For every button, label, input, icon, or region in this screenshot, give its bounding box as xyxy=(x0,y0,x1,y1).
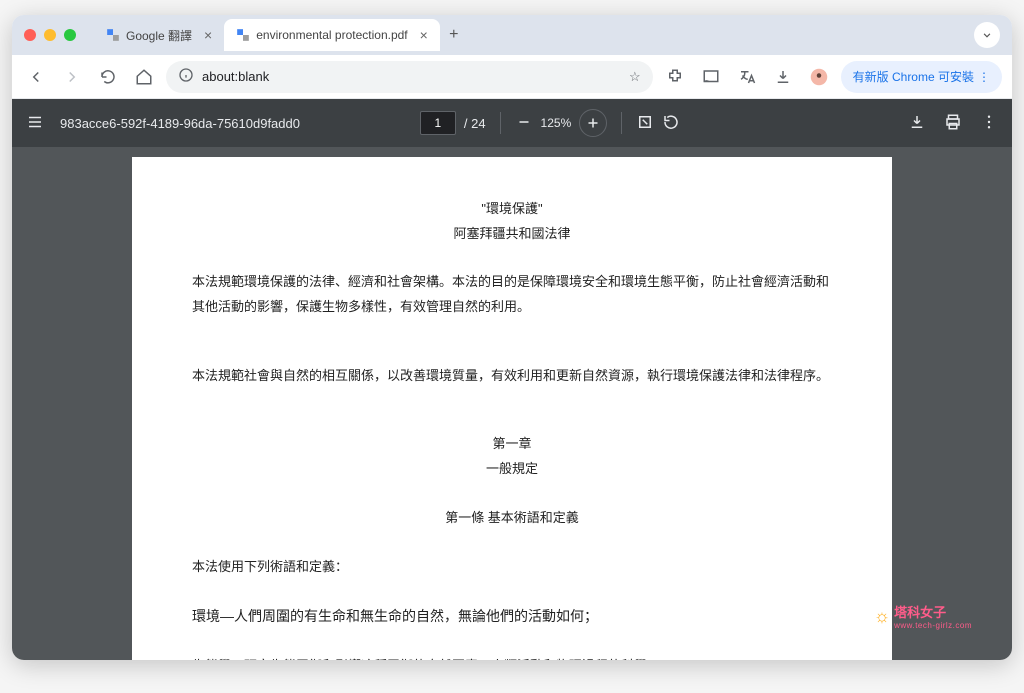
tab-label: Google 翻譯 xyxy=(126,27,192,44)
pdf-title: 983acce6-592f-4189-96da-75610d9fadd0 xyxy=(60,116,300,131)
url-text: about:blank xyxy=(202,69,269,84)
doc-subtitle: 阿塞拜疆共和國法律 xyxy=(192,222,832,247)
paragraph: 本法使用下列術語和定義： xyxy=(192,555,832,580)
paragraph: 本法規範社會與自然的相互關係，以改善環境質量，有效利用和更新自然資源，執行環境保… xyxy=(192,364,832,389)
pdf-viewport[interactable]: "環境保護" 阿塞拜疆共和國法律 本法規範環境保護的法律、經濟和社會架構。本法的… xyxy=(12,147,1012,660)
bookmark-icon[interactable]: ☆ xyxy=(629,69,641,85)
translate-icon xyxy=(106,28,120,42)
site-info-icon[interactable] xyxy=(178,67,194,86)
zoom-in[interactable] xyxy=(579,109,607,137)
more-icon[interactable] xyxy=(980,113,998,134)
page-input[interactable]: 1 xyxy=(420,111,456,135)
page-total: / 24 xyxy=(464,116,486,131)
translate-ext-icon[interactable] xyxy=(733,63,761,91)
menu-icon[interactable] xyxy=(26,113,48,134)
url-field[interactable]: about:blank ☆ xyxy=(166,61,653,93)
chapter-heading: 第一章 xyxy=(192,432,832,457)
pdf-toolbar: 983acce6-592f-4189-96da-75610d9fadd0 1 /… xyxy=(12,99,1012,147)
definition: 生態學—研究生態平衡和影響這種平衡的自然因素、人類活動和物理過程的科學； xyxy=(192,654,832,660)
maximize-window[interactable] xyxy=(64,29,76,41)
doc-title: "環境保護" xyxy=(192,197,832,222)
menu-dots-icon: ⋮ xyxy=(978,70,990,84)
rotate-icon[interactable] xyxy=(662,113,680,134)
minimize-window[interactable] xyxy=(44,29,56,41)
zoom-level: 125% xyxy=(541,116,572,130)
print-icon[interactable] xyxy=(944,113,962,134)
forward-button[interactable] xyxy=(58,63,86,91)
article-heading: 第一條 基本術語和定義 xyxy=(192,506,832,531)
download-pdf-icon[interactable] xyxy=(908,113,926,134)
cast-icon[interactable] xyxy=(697,63,725,91)
close-window[interactable] xyxy=(24,29,36,41)
pdf-page: "環境保護" 阿塞拜疆共和國法律 本法規範環境保護的法律、經濟和社會架構。本法的… xyxy=(132,157,892,660)
browser-tab-strip: Google 翻譯 × environmental protection.pdf… xyxy=(12,15,1012,55)
chrome-update-chip[interactable]: 有新版 Chrome 可安裝 ⋮ xyxy=(841,61,1002,93)
close-icon[interactable]: × xyxy=(420,27,428,43)
pdf-icon xyxy=(236,28,250,42)
zoom-out[interactable] xyxy=(515,113,533,134)
paragraph: 本法規範環境保護的法律、經濟和社會架構。本法的目的是保障環境安全和環境生態平衡，… xyxy=(192,270,832,319)
tab-label: environmental protection.pdf xyxy=(256,28,407,42)
tabs-dropdown[interactable] xyxy=(974,22,1000,48)
fit-page-icon[interactable] xyxy=(636,113,654,134)
home-button[interactable] xyxy=(130,63,158,91)
download-icon[interactable] xyxy=(769,63,797,91)
watermark: ☼ 塔科女子 www.tech-girlz.com xyxy=(874,602,972,630)
window-controls xyxy=(24,29,76,41)
reload-button[interactable] xyxy=(94,63,122,91)
sun-icon: ☼ xyxy=(874,606,891,627)
tab-google-translate[interactable]: Google 翻譯 × xyxy=(94,19,224,51)
back-button[interactable] xyxy=(22,63,50,91)
new-tab-button[interactable]: + xyxy=(440,21,468,49)
definition: 環境—人們周圍的有生命和無生命的自然，無論他們的活動如何； xyxy=(192,603,832,630)
extension-icon[interactable] xyxy=(661,63,689,91)
address-bar: about:blank ☆ 有新版 Chrome 可安裝 ⋮ xyxy=(12,55,1012,99)
profile-avatar[interactable] xyxy=(805,63,833,91)
close-icon[interactable]: × xyxy=(204,27,212,43)
tab-pdf[interactable]: environmental protection.pdf × xyxy=(224,19,440,51)
chapter-subheading: 一般規定 xyxy=(192,457,832,482)
